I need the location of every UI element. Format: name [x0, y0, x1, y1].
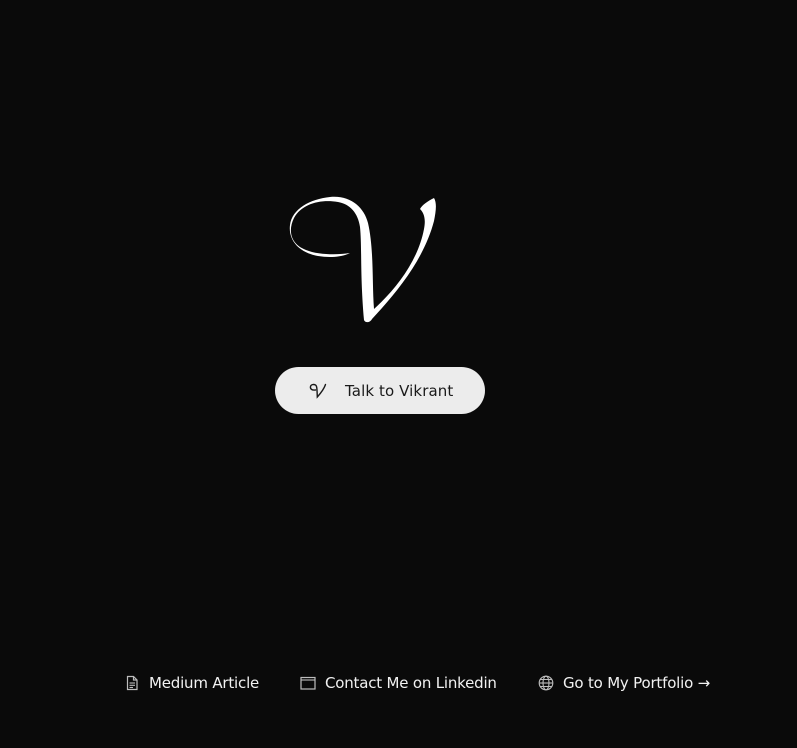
window-icon: [300, 676, 316, 690]
linkedin-contact-label: Contact Me on Linkedin: [325, 674, 497, 692]
linkedin-contact-link[interactable]: Contact Me on Linkedin: [300, 670, 497, 696]
globe-icon: [538, 675, 554, 691]
medium-article-link[interactable]: Medium Article: [124, 670, 259, 696]
document-icon: [126, 675, 138, 691]
footer-links: Medium Article Contact Me on Linkedin Go…: [0, 670, 797, 696]
talk-to-vikrant-button[interactable]: Talk to Vikrant: [275, 367, 485, 414]
portfolio-label: Go to My Portfolio →: [563, 674, 711, 692]
script-v-logo-icon: [309, 383, 327, 399]
portfolio-link[interactable]: Go to My Portfolio →: [538, 670, 710, 696]
talk-button-label: Talk to Vikrant: [345, 381, 454, 400]
script-v-logo-icon: [289, 196, 436, 323]
medium-article-label: Medium Article: [149, 674, 260, 692]
